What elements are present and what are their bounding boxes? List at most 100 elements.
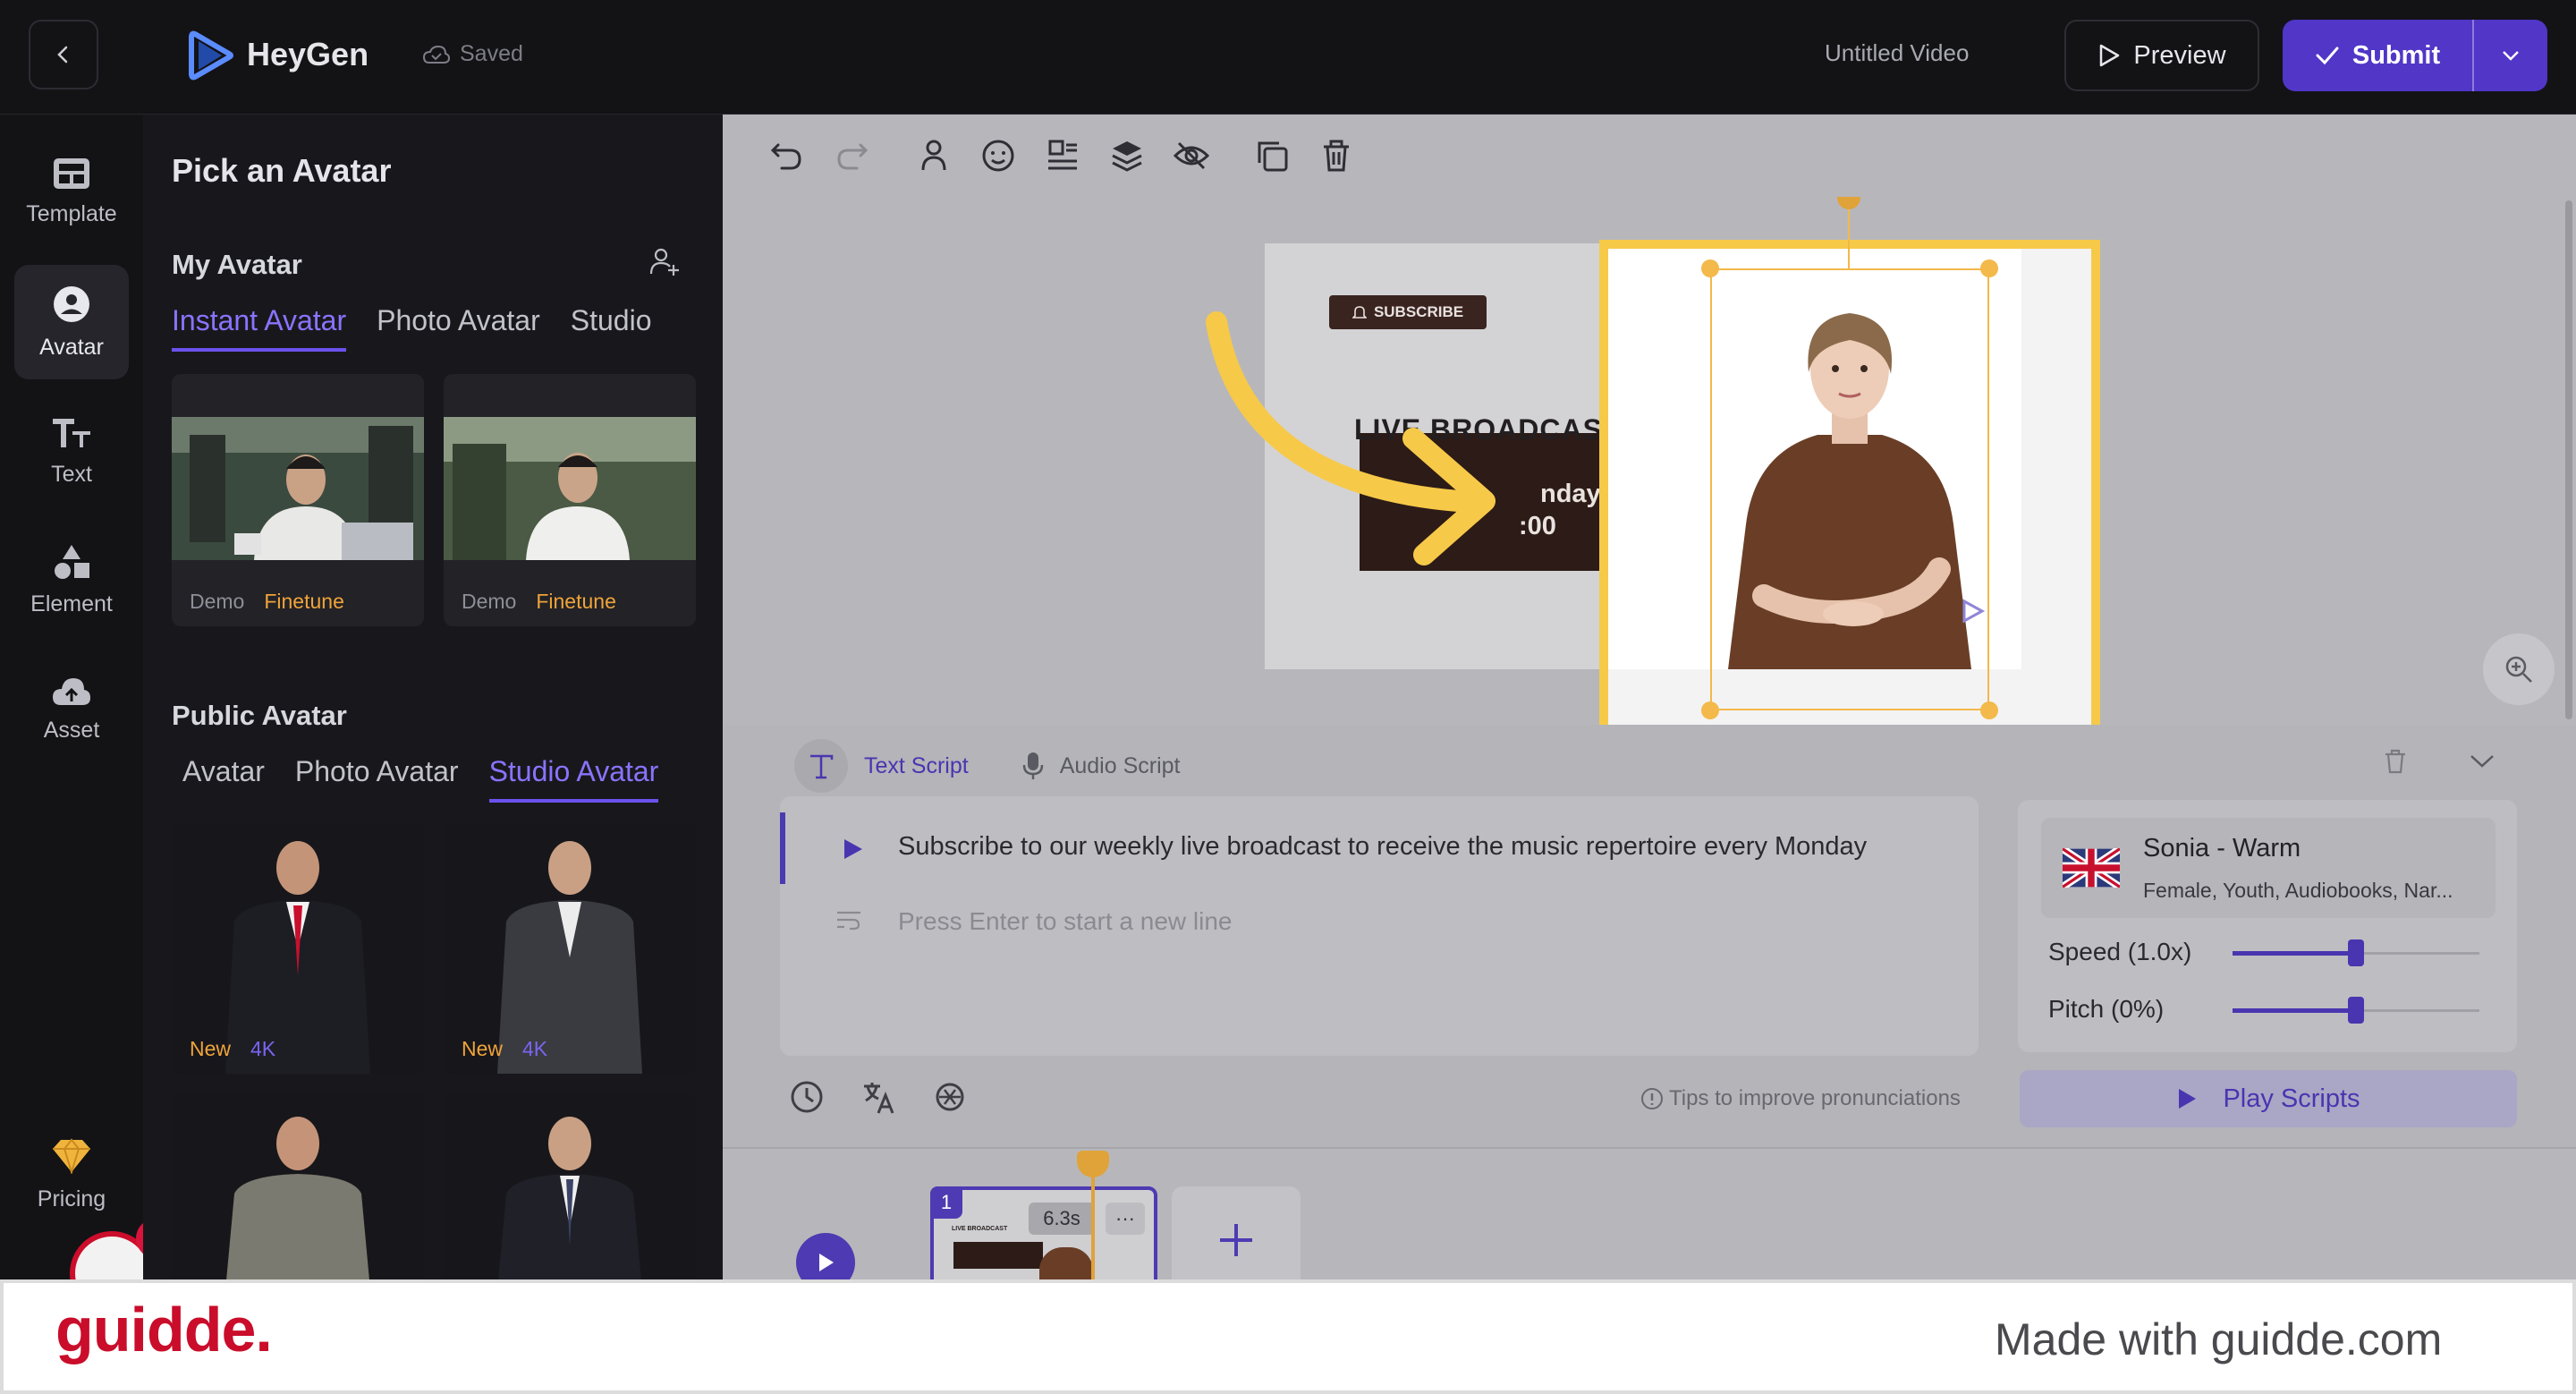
avatar-thumbnail: [444, 1093, 696, 1279]
chevron-left-icon: [57, 46, 68, 64]
rail-item-avatar[interactable]: Avatar: [14, 265, 129, 379]
rail-label: Template: [26, 200, 117, 226]
submit-dropdown[interactable]: [2474, 49, 2547, 62]
badge-4k: 4K: [250, 1037, 276, 1060]
panel-title: Pick an Avatar: [172, 152, 392, 189]
play-outline-icon: [2100, 44, 2120, 67]
chevron-down-icon: [2503, 51, 2519, 61]
my-avatar-heading: My Avatar: [172, 249, 302, 280]
badge-finetune: Finetune: [264, 590, 344, 613]
submit-button[interactable]: Submit: [2283, 20, 2547, 91]
rail-item-text[interactable]: Text: [14, 394, 129, 508]
pitch-slider[interactable]: [2233, 997, 2479, 1024]
add-user-icon[interactable]: [649, 247, 680, 276]
pitch-knob[interactable]: [2348, 997, 2364, 1024]
resize-handle[interactable]: [1701, 701, 1719, 719]
avatar-icon: [54, 285, 89, 322]
card-badges: New 4K: [190, 1037, 275, 1061]
ai-assist-icon[interactable]: [932, 1079, 968, 1115]
public-avatar-heading: Public Avatar: [172, 700, 347, 731]
play-scripts-button[interactable]: Play Scripts: [2020, 1070, 2517, 1127]
tab-photo-avatar[interactable]: Photo Avatar: [377, 304, 540, 352]
public-avatar-card[interactable]: [172, 1093, 424, 1279]
diamond-icon: [53, 1138, 90, 1174]
preview-button[interactable]: Preview: [2064, 20, 2259, 91]
tab-studio[interactable]: Studio: [571, 304, 652, 352]
badge-new: New: [462, 1037, 504, 1060]
avatar-panel: Pick an Avatar My Avatar Instant Avatar …: [143, 115, 723, 1279]
my-avatar-tabs: Instant Avatar Photo Avatar Studio: [172, 304, 651, 352]
clip-more-button[interactable]: ···: [1106, 1203, 1145, 1235]
pronunciation-tips-link[interactable]: Tips to improve pronunciations: [1640, 1086, 1961, 1111]
script-line-text[interactable]: Subscribe to our weekly live broadcast t…: [898, 832, 1867, 862]
brand-name: HeyGen: [247, 36, 369, 72]
tab-avatar[interactable]: Avatar: [182, 755, 265, 803]
undo-icon[interactable]: [767, 136, 807, 175]
my-avatar-card[interactable]: Demo Finetune: [172, 374, 424, 626]
avatar-thumbnail: [444, 417, 696, 560]
speed-slider[interactable]: [2233, 939, 2479, 966]
zoom-button[interactable]: [2483, 633, 2555, 705]
rail-item-element[interactable]: Element: [14, 523, 129, 637]
add-scene-button[interactable]: [1172, 1186, 1301, 1294]
submit-main[interactable]: Submit: [2283, 20, 2474, 91]
my-avatar-card[interactable]: Demo Finetune: [444, 374, 696, 626]
submit-label: Submit: [2351, 40, 2441, 70]
hide-icon[interactable]: [1172, 136, 1211, 175]
rail-item-asset[interactable]: Asset: [14, 651, 129, 766]
rail-item-pricing[interactable]: Pricing: [14, 1138, 129, 1212]
face-icon[interactable]: [979, 136, 1018, 175]
tab-text-script[interactable]: Text Script: [794, 739, 969, 793]
play-line-icon[interactable]: [841, 837, 864, 861]
selection-box[interactable]: [1710, 268, 1989, 710]
pricing-label: Pricing: [37, 1186, 106, 1211]
trash-icon[interactable]: [2383, 748, 2408, 775]
resize-handle[interactable]: [1701, 259, 1719, 277]
play-icon: [2179, 1089, 2197, 1109]
rail-label: Element: [30, 591, 113, 616]
person-icon[interactable]: [914, 136, 953, 175]
layers-icon[interactable]: [1107, 136, 1147, 175]
trash-icon[interactable]: [1317, 136, 1356, 175]
align-icon[interactable]: [1043, 136, 1082, 175]
voice-description: Female, Youth, Audiobooks, Nar...: [2143, 879, 2453, 902]
tab-studio-avatar[interactable]: Studio Avatar: [488, 755, 659, 803]
speed-label: Speed (1.0x): [2048, 938, 2192, 965]
playhead-line: [1091, 1172, 1095, 1279]
rail-item-template[interactable]: Template: [14, 134, 129, 249]
clip-thumbnail-box: [953, 1242, 1043, 1269]
tab-photo-avatar[interactable]: Photo Avatar: [295, 755, 459, 803]
speed-knob[interactable]: [2348, 939, 2364, 966]
redo-icon[interactable]: [832, 136, 871, 175]
element-icon: [55, 544, 89, 579]
avatar-thumbnail: [172, 1093, 424, 1279]
video-title[interactable]: Untitled Video: [1825, 39, 1969, 67]
duplicate-icon[interactable]: [1252, 136, 1292, 175]
cloud-icon: [422, 45, 451, 64]
back-button[interactable]: [29, 20, 98, 89]
tips-label: Tips to improve pronunciations: [1669, 1086, 1961, 1110]
script-line-marker: [780, 812, 785, 884]
tab-audio-script[interactable]: Audio Script: [1022, 751, 1181, 781]
tab-instant-avatar[interactable]: Instant Avatar: [172, 304, 347, 352]
rail-label: Asset: [43, 717, 100, 743]
resize-handle[interactable]: [1980, 259, 1998, 277]
public-avatar-card[interactable]: [444, 1093, 696, 1279]
clock-icon[interactable]: [789, 1079, 825, 1115]
saved-status: Saved: [422, 41, 523, 67]
resize-handle[interactable]: [1980, 701, 1998, 719]
chevron-down-icon[interactable]: [2469, 753, 2496, 769]
translate-icon[interactable]: [860, 1079, 896, 1115]
watermark-icon: [1962, 599, 1986, 624]
info-icon: [1641, 1088, 1663, 1109]
annotation-arrow-icon: [1206, 311, 1496, 565]
canvas-scrollbar[interactable]: [2565, 200, 2572, 719]
text-icon: [53, 418, 90, 447]
public-avatar-card[interactable]: New 4K: [444, 823, 696, 1074]
script-placeholder[interactable]: Press Enter to start a new line: [898, 907, 1233, 936]
badge-4k: 4K: [522, 1037, 548, 1060]
avatar-thumbnail: [172, 417, 424, 560]
public-avatar-card[interactable]: New 4K: [172, 823, 424, 1074]
template-icon: [54, 157, 89, 189]
clip-title: LIVE BROADCAST: [952, 1226, 1008, 1232]
